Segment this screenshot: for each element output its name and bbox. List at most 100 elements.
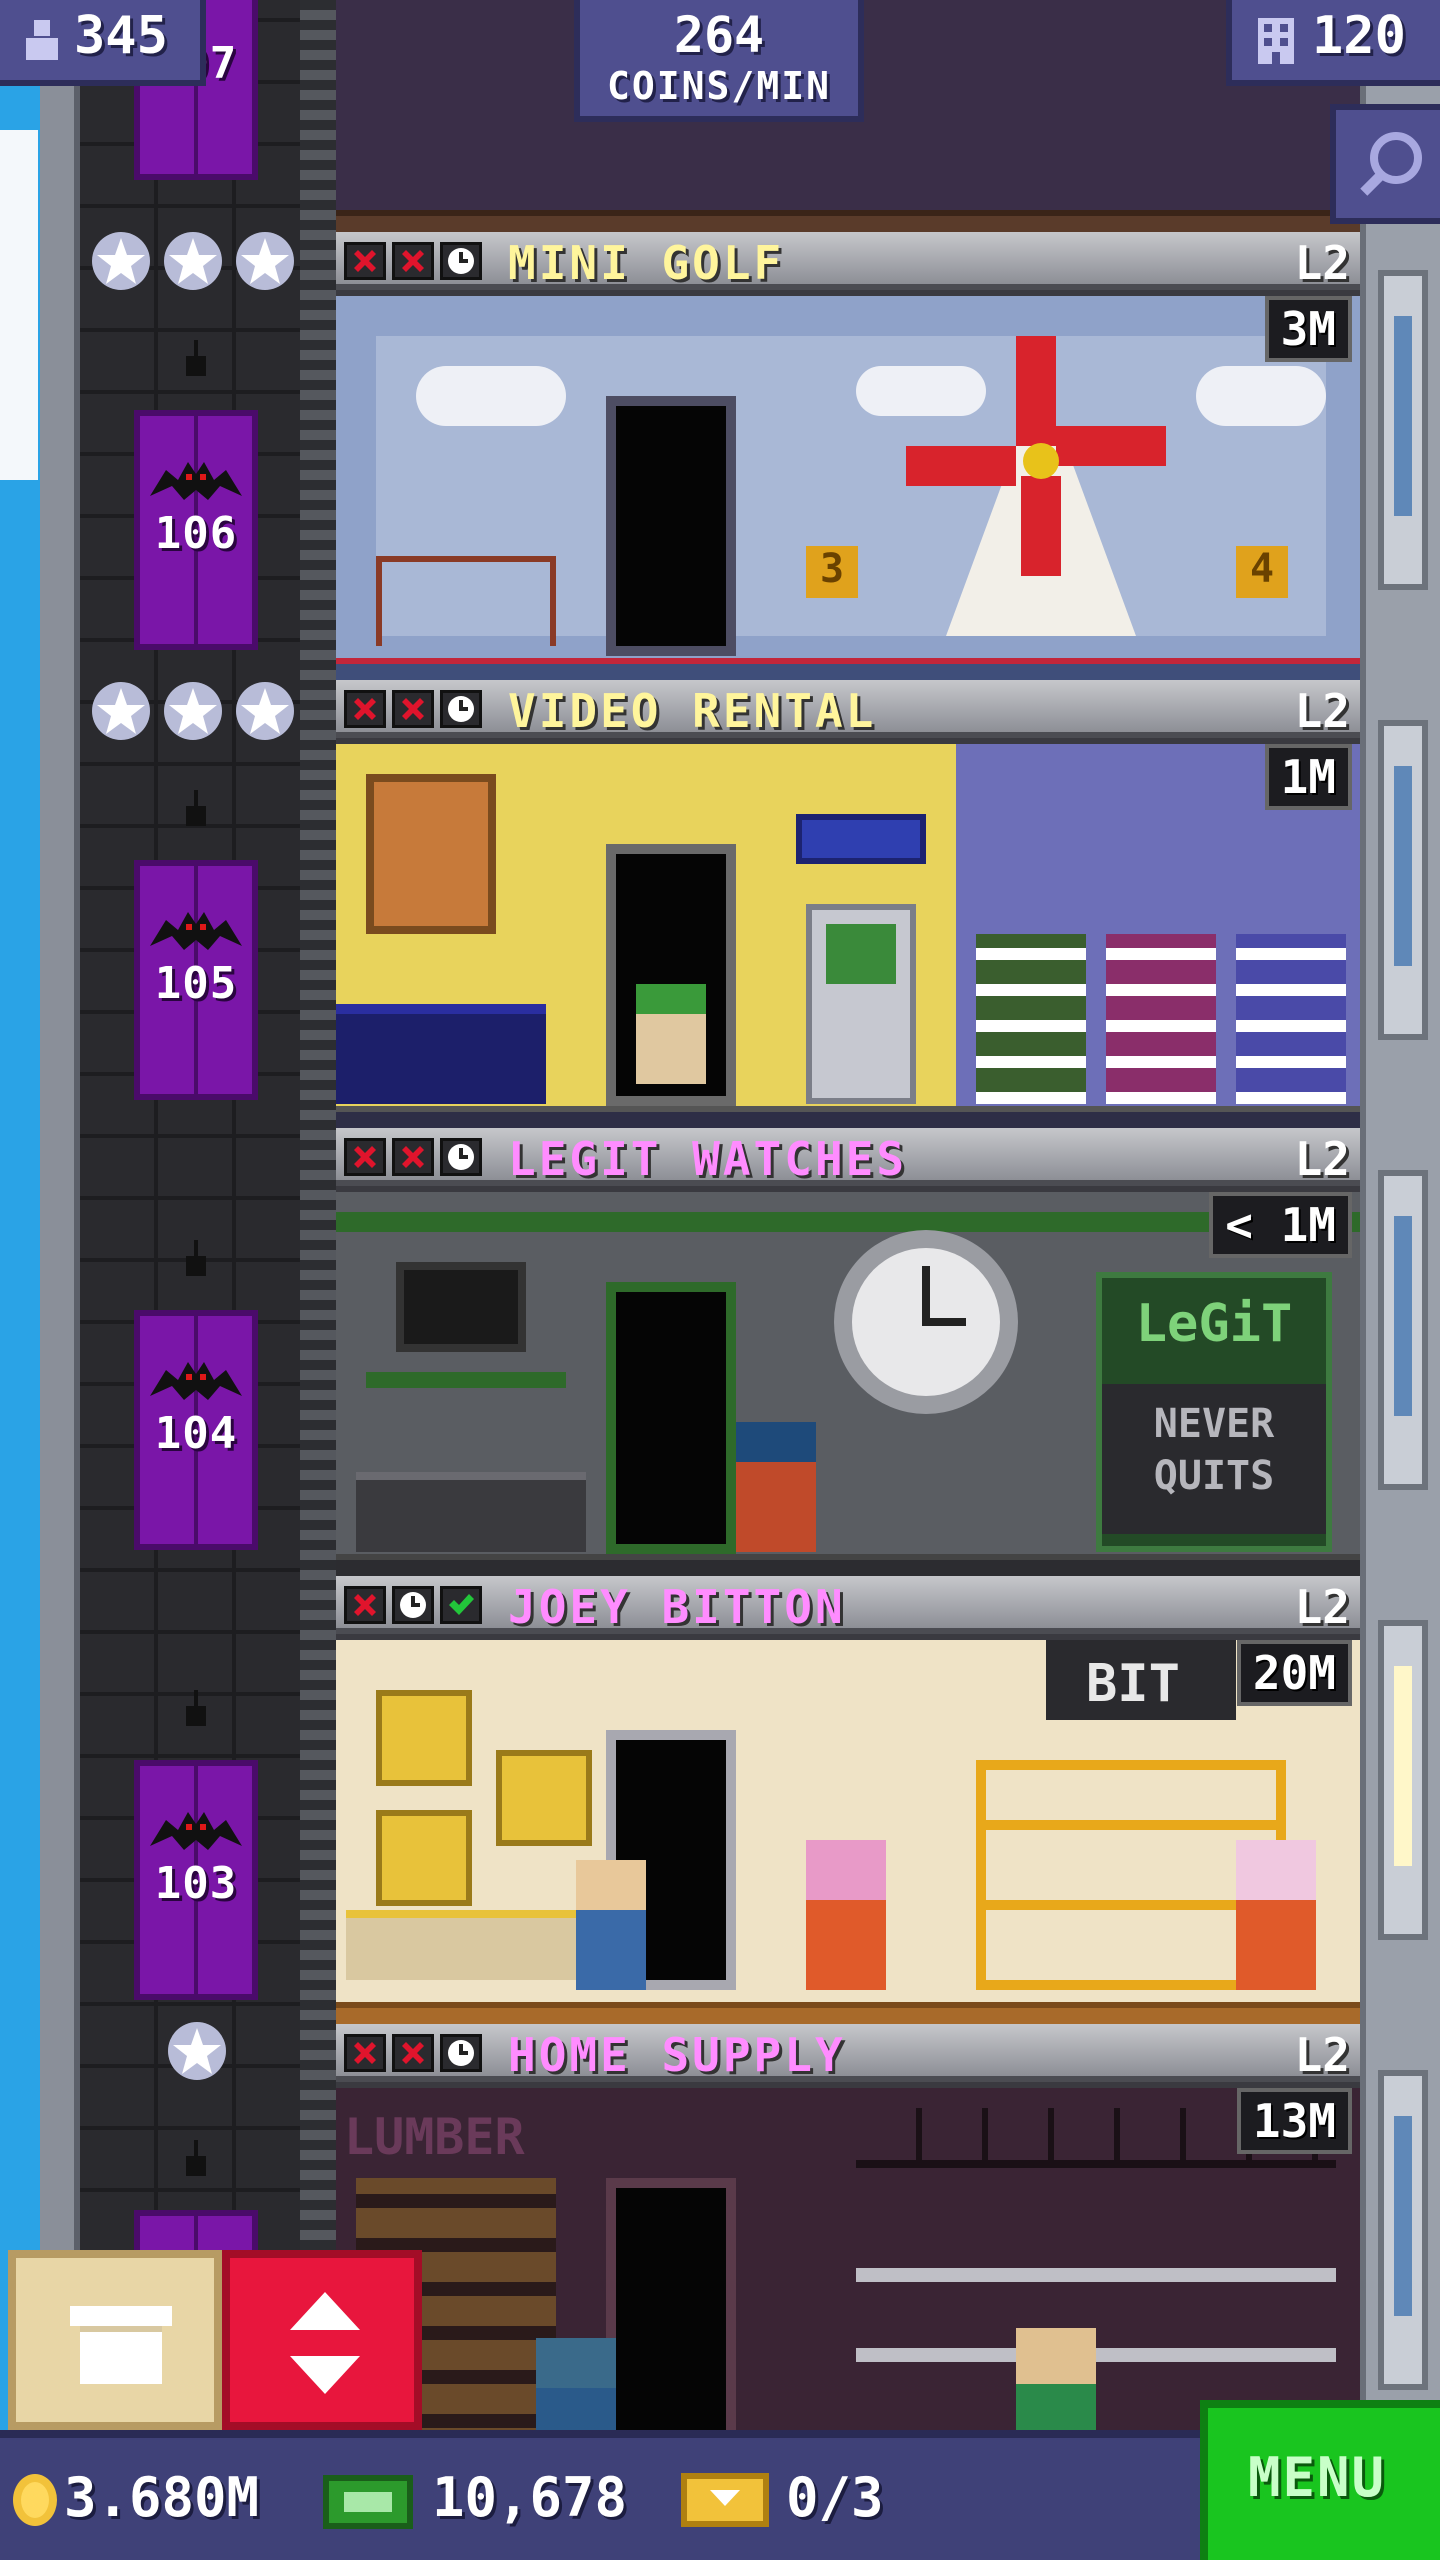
floor-mini-golf[interactable]: 3 4 MINI GOLF L2 3M <box>336 232 1360 680</box>
floor-status-icons <box>344 1586 482 1624</box>
elevator-floor-number: 105 <box>154 958 238 1009</box>
tower-frame-left <box>40 0 80 2560</box>
legit-sign-top: LeGiT <box>1135 1294 1293 1354</box>
star-icon <box>164 232 222 290</box>
x-mark-icon <box>392 1138 434 1176</box>
display-case <box>356 1472 586 1552</box>
floor-name: LEGIT WATCHES <box>508 1132 908 1186</box>
elevator-car[interactable]: 103 <box>134 1760 258 2000</box>
framed-bag <box>496 1750 592 1846</box>
tool-shelf <box>856 2348 1336 2362</box>
crate-icon <box>70 2306 172 2384</box>
tower-window <box>1378 1620 1428 1940</box>
build-button[interactable] <box>8 2250 222 2430</box>
coins-per-min-label: COINS/MIN <box>607 64 831 108</box>
bat-icon <box>150 462 242 500</box>
customer <box>736 1422 816 1552</box>
game-screen: 107 106 105 104 103 <box>0 0 1440 2560</box>
clock-icon <box>834 1230 1018 1414</box>
clock-icon <box>392 1586 434 1624</box>
search-button[interactable] <box>1330 104 1440 224</box>
elevator-button[interactable] <box>222 2250 422 2430</box>
floor-timer: 20M <box>1236 1640 1352 1706</box>
menu-label: MENU <box>1248 2446 1387 2509</box>
floor-status-icons <box>344 1138 482 1176</box>
elevator-rail <box>300 0 336 2560</box>
store-sign <box>796 814 926 864</box>
tower-window <box>1378 270 1428 590</box>
floor-count-value: 120 <box>1312 6 1406 66</box>
building-icon <box>1258 18 1294 64</box>
bat-icon <box>150 1362 242 1400</box>
elevator-shaft[interactable] <box>80 0 336 2560</box>
floor-timer: 1M <box>1264 744 1352 810</box>
population-counter[interactable]: 345 <box>0 0 206 86</box>
floor-joey-bitton[interactable]: BIT JOEY BITTON L2 20M <box>336 1576 1360 2024</box>
tower-window <box>1378 2070 1428 2390</box>
customer <box>576 1860 646 1990</box>
tickets-value: 0/3 <box>786 2466 884 2529</box>
counterweight-icon <box>186 2140 206 2176</box>
floor-level: L2 <box>1294 2028 1350 2082</box>
poster <box>366 774 496 934</box>
elevator-floor-number: 106 <box>154 508 238 559</box>
floor-stars <box>90 680 296 750</box>
floor-video-rental[interactable]: VIDEO RENTAL L2 1M <box>336 680 1360 1128</box>
star-icon <box>92 232 150 290</box>
framed-bag <box>376 1810 472 1906</box>
menu-button[interactable]: MENU <box>1200 2400 1440 2560</box>
counterweight-icon <box>186 1240 206 1276</box>
bat-icon <box>150 1812 242 1850</box>
x-mark-icon <box>392 242 434 280</box>
shelf <box>1106 934 1216 1104</box>
floor-timer: 13M <box>1236 2088 1352 2154</box>
floor-name: VIDEO RENTAL <box>508 684 877 738</box>
clock-icon <box>440 242 482 280</box>
floor-stars <box>166 2020 228 2090</box>
tower-window <box>1378 1170 1428 1490</box>
coins-per-min-display: 264 COINS/MIN <box>574 0 864 122</box>
floor-level: L2 <box>1294 236 1350 290</box>
floor-timer: < 1M <box>1209 1192 1352 1258</box>
bux-icon <box>323 2475 413 2529</box>
legit-sign: LeGiT NEVER QUITS <box>1096 1272 1332 1552</box>
framed-bag <box>376 1690 472 1786</box>
tower-window <box>1378 720 1428 1040</box>
tv-screen <box>396 1262 526 1352</box>
population-value: 345 <box>74 6 168 66</box>
counterweight-icon <box>186 340 206 376</box>
elevator-car[interactable]: 105 <box>134 860 258 1100</box>
golf-hole-sign: 3 <box>806 546 858 598</box>
legit-sign-line2: QUITS <box>1153 1453 1275 1499</box>
tool-shelf <box>856 2268 1336 2282</box>
star-icon <box>92 682 150 740</box>
coins-per-min-value: 264 <box>673 6 765 64</box>
floor-legit-watches[interactable]: LeGiT NEVER QUITS LEGIT WATCHES L2 < 1M <box>336 1128 1360 1576</box>
coins-value: 3.680M <box>64 2466 260 2529</box>
elevator-car[interactable]: 104 <box>134 1310 258 1550</box>
coin-icon <box>13 2474 57 2526</box>
clock-icon <box>440 2034 482 2072</box>
star-icon <box>236 232 294 290</box>
floor-name: HOME SUPPLY <box>508 2028 846 2082</box>
elevator-floor-number: 103 <box>154 1858 238 1909</box>
clock-icon <box>440 1138 482 1176</box>
elevator-floor-number: 104 <box>154 1408 238 1459</box>
counterweight-icon <box>186 1690 206 1726</box>
x-mark-icon <box>344 242 386 280</box>
windmill-icon <box>906 336 1166 636</box>
floor-stars <box>90 230 296 300</box>
floor-level: L2 <box>1294 1132 1350 1186</box>
floor-status-icons <box>344 2034 482 2072</box>
floor-name: MINI GOLF <box>508 236 785 290</box>
floor-status-icons <box>344 242 482 280</box>
floor-name: JOEY BITTON <box>508 1580 846 1634</box>
magnifier-icon <box>1360 132 1422 196</box>
elevator-car[interactable]: 106 <box>134 410 258 650</box>
club-rack <box>376 556 556 646</box>
x-mark-icon <box>392 2034 434 2072</box>
floor-counter[interactable]: 120 <box>1226 0 1440 86</box>
bat-icon <box>150 912 242 950</box>
lumber-sign: LUMBER <box>344 2108 525 2166</box>
x-mark-icon <box>344 2034 386 2072</box>
